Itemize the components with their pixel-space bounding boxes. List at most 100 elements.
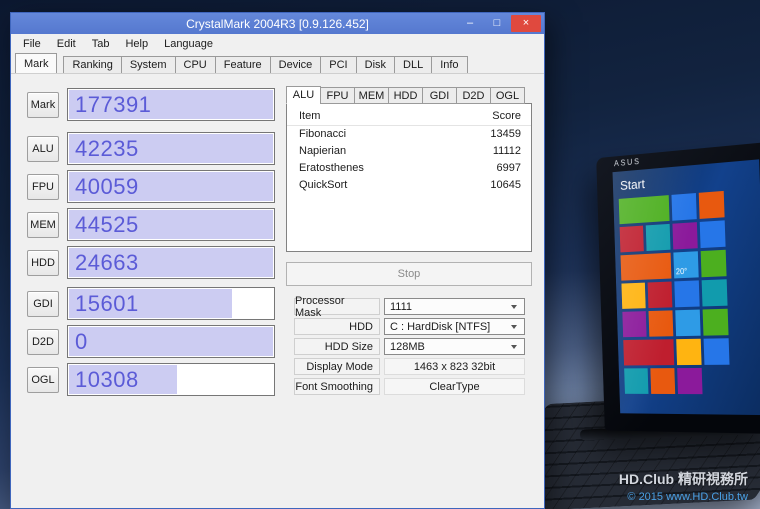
result-score: 6997: [497, 161, 521, 176]
start-tile: [619, 195, 670, 224]
setting-hdd-size: HDD Size 128MB: [294, 338, 532, 355]
start-tile: [624, 368, 648, 394]
stop-button[interactable]: Stop: [286, 262, 532, 286]
tab-cpu[interactable]: CPU: [175, 56, 216, 73]
menu-bar: File Edit Tab Help Language: [11, 34, 544, 54]
start-tile: [649, 310, 674, 336]
result-item: QuickSort: [299, 178, 347, 193]
score-value-ogl: 10308: [75, 364, 274, 395]
detail-tab-fpu[interactable]: FPU: [320, 87, 355, 104]
hdd-size-value: 128MB: [390, 341, 425, 353]
settings-panel: Processor Mask 1111 HDD C : HardDisk [NT…: [286, 298, 532, 395]
score-value-gdi: 15601: [75, 288, 274, 319]
window-controls: – □ ×: [457, 15, 541, 32]
font-smoothing-text: ClearType: [429, 381, 479, 393]
setting-font-smoothing: Font Smoothing ClearType: [294, 378, 532, 395]
score-value-mark: 177391: [75, 89, 274, 120]
score-button-alu[interactable]: ALU: [27, 136, 59, 162]
score-button-ogl[interactable]: OGL: [27, 367, 59, 393]
processor-mask-value: 1111: [390, 301, 412, 313]
tab-feature[interactable]: Feature: [215, 56, 271, 73]
menu-tab[interactable]: Tab: [84, 34, 118, 54]
tab-system[interactable]: System: [121, 56, 176, 73]
start-tile: [701, 250, 727, 277]
menu-language[interactable]: Language: [156, 34, 221, 54]
font-smoothing-value: ClearType: [384, 378, 525, 395]
score-bar-d2d: 0: [67, 325, 275, 358]
detail-tab-ogl[interactable]: OGL: [490, 87, 525, 104]
menu-edit[interactable]: Edit: [49, 34, 84, 54]
hdd-label: HDD: [294, 318, 380, 335]
score-row-gdi: GDI 15601: [27, 287, 275, 320]
start-tile: [674, 280, 699, 307]
detail-tab-d2d[interactable]: D2D: [456, 87, 491, 104]
score-button-mem[interactable]: MEM: [27, 212, 59, 238]
detail-tab-gdi[interactable]: GDI: [422, 87, 457, 104]
detail-panel: ALU FPU MEM HDD GDI D2D OGL Item Score F…: [286, 86, 532, 398]
tab-mark[interactable]: Mark: [15, 53, 57, 73]
score-value-fpu: 40059: [75, 171, 274, 202]
score-button-gdi[interactable]: GDI: [27, 291, 59, 317]
score-row-ogl: OGL 10308: [27, 363, 275, 396]
score-value-alu: 42235: [75, 133, 274, 164]
score-button-d2d[interactable]: D2D: [27, 329, 59, 355]
chevron-down-icon: [511, 345, 517, 349]
result-item: Napierian: [299, 144, 346, 159]
score-value-hdd: 24663: [75, 247, 274, 278]
result-row-quicksort: QuickSort 10645: [287, 177, 531, 194]
desktop: ASUS Start 20° HD.Club 精研視務所 © 2015 www.…: [0, 0, 760, 509]
menu-help[interactable]: Help: [117, 34, 156, 54]
processor-mask-select[interactable]: 1111: [384, 298, 525, 315]
start-tile: [621, 253, 672, 281]
tab-pci[interactable]: PCI: [320, 56, 356, 73]
minimize-button[interactable]: –: [457, 15, 483, 32]
column-score: Score: [492, 110, 521, 122]
score-row-d2d: D2D 0: [27, 325, 275, 358]
score-row-alu: ALU 42235: [27, 132, 275, 165]
detail-tab-alu[interactable]: ALU: [286, 86, 321, 104]
score-button-fpu[interactable]: FPU: [27, 174, 59, 200]
hdd-value: C : HardDisk [NTFS]: [390, 321, 490, 333]
menu-file[interactable]: File: [15, 34, 49, 54]
hdd-size-select[interactable]: 128MB: [384, 338, 525, 355]
start-tile: 20°: [673, 251, 698, 278]
close-button[interactable]: ×: [511, 15, 541, 32]
watermark-copyright: © 2015 www.HD.Club.tw: [619, 491, 748, 503]
hdd-select[interactable]: C : HardDisk [NTFS]: [384, 318, 525, 335]
maximize-button[interactable]: □: [484, 15, 510, 32]
score-row-mem: MEM 44525: [27, 208, 275, 241]
score-button-mark[interactable]: Mark: [27, 92, 59, 118]
result-score: 13459: [490, 127, 521, 142]
display-mode-text: 1463 x 823 32bit: [414, 361, 495, 373]
column-item: Item: [299, 110, 320, 122]
score-bar-hdd: 24663: [67, 246, 275, 279]
tab-dll[interactable]: DLL: [394, 56, 432, 73]
score-bar-mem: 44525: [67, 208, 275, 241]
result-row-eratosthenes: Eratosthenes 6997: [287, 160, 531, 177]
start-tile: [703, 309, 729, 336]
score-bar-mark: 177391: [67, 88, 275, 121]
score-bar-ogl: 10308: [67, 363, 275, 396]
result-score: 10645: [490, 178, 521, 193]
setting-processor-mask: Processor Mask 1111: [294, 298, 532, 315]
detail-tab-hdd[interactable]: HDD: [388, 87, 423, 104]
main-tabstrip: Mark Ranking System CPU Feature Device P…: [11, 54, 544, 74]
start-tile: [699, 191, 725, 219]
score-value-d2d: 0: [75, 326, 274, 357]
detail-tabstrip: ALU FPU MEM HDD GDI D2D OGL: [286, 86, 532, 104]
result-item: Fibonacci: [299, 127, 346, 142]
start-tile: [675, 310, 700, 337]
start-tile: [700, 220, 726, 248]
start-tile: [671, 193, 696, 221]
tab-ranking[interactable]: Ranking: [63, 56, 121, 73]
title-bar[interactable]: CrystalMark 2004R3 [0.9.126.452] – □ ×: [11, 13, 544, 34]
start-tile: [648, 282, 673, 309]
tab-info[interactable]: Info: [431, 56, 467, 73]
score-button-hdd[interactable]: HDD: [27, 250, 59, 276]
score-bar-fpu: 40059: [67, 170, 275, 203]
tab-disk[interactable]: Disk: [356, 56, 395, 73]
score-bar-alu: 42235: [67, 132, 275, 165]
detail-tab-mem[interactable]: MEM: [354, 87, 389, 104]
crystalmark-window: CrystalMark 2004R3 [0.9.126.452] – □ × F…: [10, 12, 545, 509]
tab-device[interactable]: Device: [270, 56, 322, 73]
